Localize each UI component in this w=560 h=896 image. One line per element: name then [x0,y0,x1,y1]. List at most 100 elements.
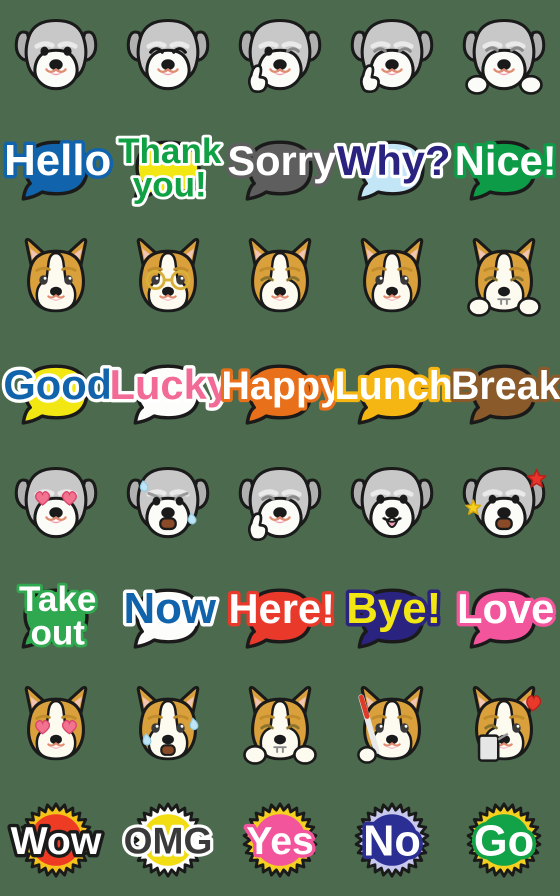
badge-no[interactable]: No [336,784,448,896]
corgi-worried[interactable] [112,672,224,784]
schnauzer-thumbs-up[interactable] [336,0,448,112]
badge-no-icon: No [354,802,430,878]
svg-text:Why?: Why? [337,137,450,184]
emoji-grid: Hello Thank you! Sorry Why? Nice! Good Lucky Hap… [0,0,560,896]
bubble-nice-icon: Nice! [451,134,560,201]
schnauzer-peeking[interactable] [448,0,560,112]
schnauzer-worried-icon [126,466,210,539]
schnauzer-worried[interactable] [112,448,224,560]
schnauzer-shocked-stars[interactable] [448,448,560,560]
schnauzer-heart-eyes[interactable] [0,448,112,560]
svg-text:Happy: Happy [221,364,342,408]
bubble-good-icon: Good [0,358,115,425]
svg-text:Love: Love [457,585,554,632]
bubble-good[interactable]: Good [0,336,115,448]
schnauzer-thumbs-up-wink[interactable] [224,0,336,112]
svg-text:Wow: Wow [11,820,102,863]
corgi-heart-eyes-icon [24,685,88,761]
corgi-surprised[interactable] [336,224,448,336]
corgi-wink-icon [248,237,312,313]
bubble-happy[interactable]: Happy [218,336,345,448]
svg-text:No: No [363,818,421,866]
bubble-thank-you-icon: Thankyou! [115,129,224,207]
corgi-glasses[interactable] [112,224,224,336]
badge-omg-icon: OMG [120,802,216,878]
bubble-lucky-icon: Lucky [106,358,233,425]
corgi-paws[interactable] [224,672,336,784]
badge-go[interactable]: Go [448,784,560,896]
bubble-why[interactable]: Why? [334,112,454,224]
bubble-bye-icon: Bye! [343,580,445,649]
badge-wow[interactable]: Wow [0,784,112,896]
corgi-paws-icon [243,685,317,765]
svg-text:Good: Good [3,361,112,408]
corgi-peeking[interactable] [448,224,560,336]
corgi-neutral[interactable] [0,224,112,336]
svg-text:Now: Now [123,584,216,633]
badge-yes-icon: Yes [242,802,318,878]
bubble-lunch-icon: Lunch [331,361,456,425]
bubble-love[interactable]: Love [448,560,560,672]
corgi-phone[interactable] [448,672,560,784]
svg-text:Break: Break [451,364,560,408]
bubble-thank-you[interactable]: Thank you! [112,112,224,224]
bubble-why-icon: Why? [334,134,454,201]
corgi-neutral-icon [24,237,88,313]
svg-text:Bye!: Bye! [346,584,441,633]
svg-text:OMG: OMG [124,819,213,861]
bubble-here[interactable]: Here! [224,560,338,672]
schnauzer-smiling-icon [126,18,210,91]
svg-text:Nice!: Nice! [455,137,557,184]
bubble-happy-icon: Happy [218,361,345,425]
corgi-worried-icon [136,685,200,761]
bubble-bye[interactable]: Bye! [336,560,448,672]
schnauzer-tongue-out[interactable] [336,448,448,560]
svg-text:Hello: Hello [4,136,111,185]
badge-yes[interactable]: Yes [224,784,336,896]
bubble-sorry-icon: Sorry [224,134,339,201]
badge-go-icon: Go [466,802,542,878]
svg-text:Lucky: Lucky [110,361,230,408]
svg-text:Here!: Here! [228,585,335,632]
schnauzer-thinking-icon [238,466,322,542]
bubble-lunch[interactable]: Lunch [331,336,456,448]
bubble-now-icon: Now [120,580,220,649]
bubble-break[interactable]: Break [448,336,560,448]
schnauzer-thumbs-up-wink-icon [238,18,322,94]
corgi-peeking-icon [467,237,541,317]
bubble-sorry[interactable]: Sorry [224,112,339,224]
bubble-nice[interactable]: Nice! [448,112,560,224]
bubble-take-out-icon: Takeout [16,577,99,655]
corgi-glasses-icon [136,237,200,313]
schnauzer-thinking[interactable] [224,448,336,560]
schnauzer-neutral[interactable] [0,0,112,112]
svg-text:Yes: Yes [246,820,314,863]
schnauzer-peeking-icon [462,18,546,95]
bubble-love-icon: Love [454,582,558,649]
corgi-heart-eyes[interactable] [0,672,112,784]
svg-text:Lunch: Lunch [335,364,453,408]
corgi-phone-icon [472,685,542,762]
schnauzer-smiling[interactable] [112,0,224,112]
bubble-lucky[interactable]: Lucky [106,336,233,448]
corgi-surprised-icon [360,237,424,313]
bubble-now[interactable]: Now [112,560,224,672]
badge-omg[interactable]: OMG [112,784,224,896]
schnauzer-heart-eyes-icon [14,466,98,539]
bubble-take-out[interactable]: Take out [0,560,112,672]
badge-wow-icon: Wow [7,802,105,878]
svg-text:out: out [30,614,85,653]
schnauzer-thumbs-up-icon [350,18,434,94]
bubble-break-icon: Break [448,361,560,425]
bubble-hello[interactable]: Hello [0,112,115,224]
corgi-thermometer[interactable] [336,672,448,784]
corgi-thermometer-icon [357,685,424,764]
schnauzer-neutral-icon [14,18,98,91]
svg-text:you!: you! [133,166,207,205]
svg-text:Sorry: Sorry [227,137,336,184]
schnauzer-shocked-stars-icon [462,466,547,539]
corgi-wink[interactable] [224,224,336,336]
schnauzer-tongue-out-icon [350,466,434,539]
bubble-here-icon: Here! [225,582,338,649]
svg-text:Go: Go [474,818,534,866]
